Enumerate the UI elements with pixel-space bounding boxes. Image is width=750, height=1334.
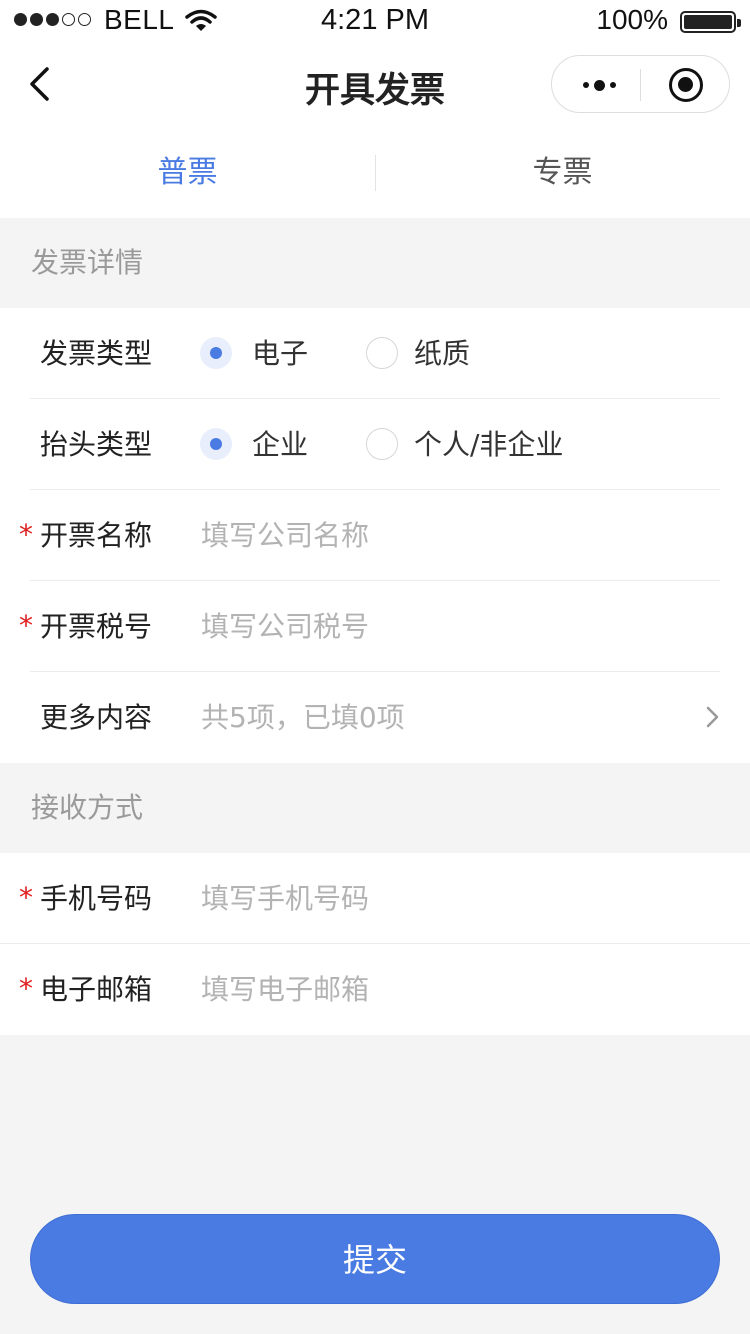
tax-number-label: 开票税号 (40, 610, 153, 643)
close-mini-program-icon[interactable] (669, 68, 703, 102)
capsule-divider (640, 69, 641, 101)
title-type-personal-radio[interactable] (366, 428, 398, 460)
phone-label: 手机号码 (40, 882, 153, 915)
tax-number-row: * 开票税号 填写公司税号 (0, 581, 750, 672)
title-type-personal-label[interactable]: 个人/非企业 (414, 399, 563, 490)
phone-input[interactable]: 填写手机号码 (201, 853, 369, 944)
email-label: 电子邮箱 (40, 973, 153, 1006)
nav-bar: 开具发票 (0, 42, 750, 128)
invoice-details-group: 发票类型 电子 纸质 抬头类型 企业 个人/非企业 * 开票名称 填写公司名称 … (0, 308, 750, 763)
invoice-name-input[interactable]: 填写公司名称 (201, 490, 369, 581)
invoice-type-electronic-radio[interactable] (200, 337, 232, 369)
invoice-type-paper-label[interactable]: 纸质 (414, 308, 470, 399)
required-mark: * (19, 518, 33, 551)
tab-normal-invoice[interactable]: 普票 (0, 128, 375, 218)
more-options-icon[interactable] (574, 70, 624, 100)
invoice-name-label: 开票名称 (40, 519, 153, 552)
invoice-type-electronic-label[interactable]: 电子 (252, 308, 308, 399)
battery-percent: 100% (596, 4, 668, 35)
invoice-type-paper-radio[interactable] (366, 337, 398, 369)
section-header-invoice-details: 发票详情 (0, 218, 750, 308)
invoice-kind-tabs: 普票 专票 (0, 128, 750, 218)
required-mark: * (19, 881, 33, 914)
chevron-right-icon (706, 706, 719, 728)
battery-icon (680, 11, 741, 33)
invoice-type-label: 发票类型 (40, 337, 153, 370)
title-type-company-label[interactable]: 企业 (252, 399, 308, 490)
tab-special-invoice[interactable]: 专票 (375, 128, 750, 218)
email-row: * 电子邮箱 填写电子邮箱 (0, 944, 750, 1035)
title-type-label: 抬头类型 (40, 428, 153, 461)
mini-program-capsule (551, 55, 730, 113)
invoice-type-row: 发票类型 电子 纸质 (0, 308, 750, 399)
more-content-summary: 共5项，已填0项 (201, 701, 405, 734)
section-header-receive-method: 接收方式 (0, 763, 750, 853)
submit-button[interactable]: 提交 (30, 1214, 720, 1304)
receive-method-group: * 手机号码 填写手机号码 * 电子邮箱 填写电子邮箱 (0, 853, 750, 1035)
tax-number-input[interactable]: 填写公司税号 (201, 581, 369, 672)
more-content-label: 更多内容 (40, 701, 153, 734)
title-type-company-radio[interactable] (200, 428, 232, 460)
invoice-name-row: * 开票名称 填写公司名称 (0, 490, 750, 581)
required-mark: * (19, 972, 33, 1005)
phone-row: * 手机号码 填写手机号码 (0, 853, 750, 944)
status-bar: BELL 4:21 PM 100% (0, 0, 750, 42)
more-content-row[interactable]: 更多内容 共5项，已填0项 (0, 672, 750, 763)
required-mark: * (19, 609, 33, 642)
email-input[interactable]: 填写电子邮箱 (201, 944, 369, 1035)
title-type-row: 抬头类型 企业 个人/非企业 (0, 399, 750, 490)
